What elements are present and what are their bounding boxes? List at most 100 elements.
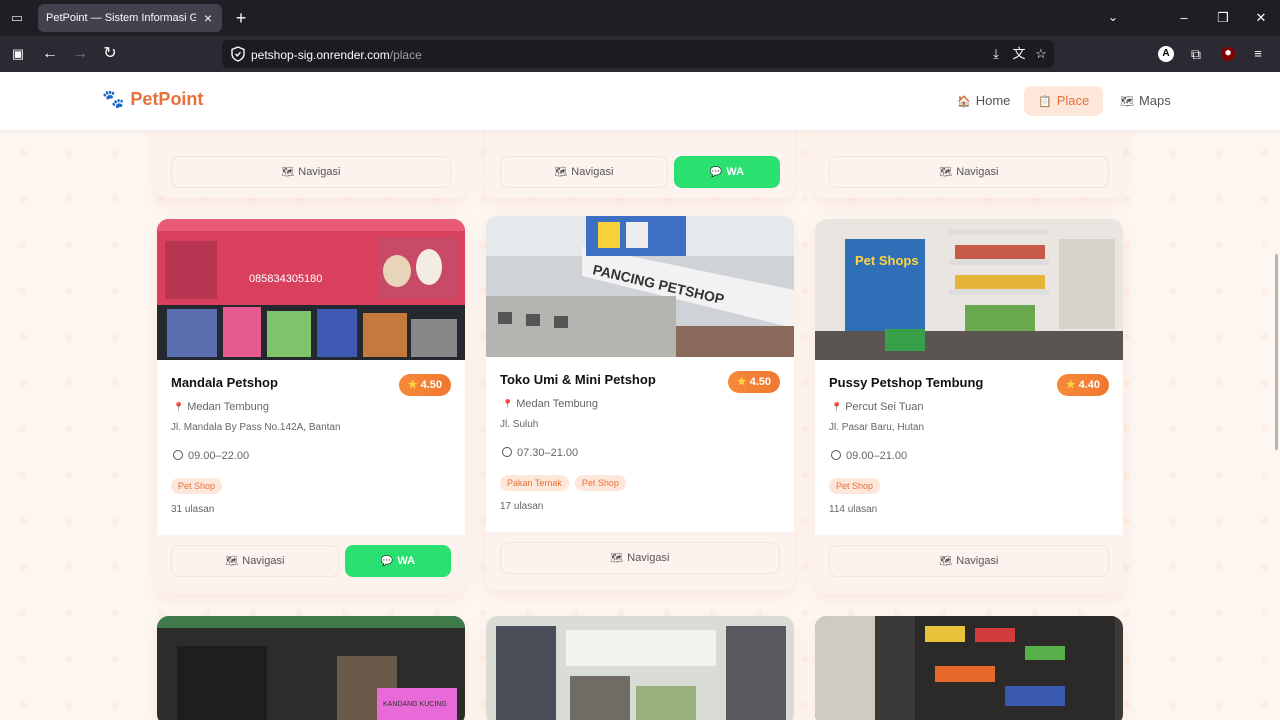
site-header: 🐾 PetPoint 🏠 Home 📋 Place 🗺 Maps xyxy=(0,72,1280,130)
hours-text: 09.00–21.00 xyxy=(846,450,908,462)
url-host: petshop-sig.onrender.com xyxy=(251,48,390,62)
area-text: Percut Sei Tuan xyxy=(845,401,924,413)
nav-place[interactable]: 📋 Place xyxy=(1024,86,1104,116)
navigate-button[interactable]: 🗺 Navigasi xyxy=(171,156,451,188)
scrollbar-track[interactable] xyxy=(1268,72,1280,720)
place-list[interactable]: 🗺 Navigasi 🗺 Navigasi 💬 WA 🗺 Navigasi 085834… xyxy=(0,130,1268,720)
rating-badge: ★ 4.40 xyxy=(1056,374,1109,396)
card-footer: 🗺 Navigasi xyxy=(486,532,794,590)
house-icon: 🏠 xyxy=(957,96,971,108)
place-name[interactable]: Toko Umi & Mini Petshop xyxy=(500,372,656,387)
area-text: Medan Tembung xyxy=(516,398,598,410)
navigate-button[interactable]: 🗺 Navigasi xyxy=(500,542,780,574)
url-text[interactable]: petshop-sig.onrender.com/place xyxy=(251,48,422,62)
whatsapp-button[interactable]: 💬 WA xyxy=(345,545,451,577)
forward-arrow-icon[interactable]: → xyxy=(70,44,90,64)
card-footer: 🗺 Navigasi 💬 WA xyxy=(486,130,794,198)
browser-tab[interactable]: PetPoint — Sistem Informasi Geografis × xyxy=(38,4,222,32)
place-card-next-3[interactable] xyxy=(815,616,1123,720)
opening-hours: 09.00–21.00 xyxy=(831,450,907,462)
opening-hours: 09.00–22.00 xyxy=(173,450,249,462)
place-card[interactable]: 085834305180 Mandala Petshop ★ 4.50 📍 Meda… xyxy=(157,219,465,593)
restore-icon[interactable]: ❐ xyxy=(1213,8,1233,28)
close-window-icon[interactable]: ✕ xyxy=(1251,8,1271,28)
place-card-next-2[interactable] xyxy=(486,616,794,720)
account-avatar[interactable]: A xyxy=(1158,46,1174,62)
whatsapp-label: WA xyxy=(397,555,416,567)
place-card-next-1[interactable]: KANDANG KUCING xyxy=(157,616,465,720)
nav-maps[interactable]: 🗺 Maps xyxy=(1106,86,1185,116)
navigate-button[interactable]: 🗺 Navigasi xyxy=(500,156,668,188)
place-area: 📍 Medan Tembung xyxy=(173,401,269,413)
chat-bubble-icon: 💬 xyxy=(380,556,394,567)
navigate-label: Navigasi xyxy=(956,166,999,178)
site-security-icon[interactable] xyxy=(230,46,246,62)
extensions-puzzle-icon[interactable]: ⧉ xyxy=(1186,44,1206,64)
bookmark-star-icon[interactable]: ☆ xyxy=(1032,45,1050,63)
sign-text: Pet Shops xyxy=(855,253,919,268)
new-tab-button[interactable]: + xyxy=(232,8,250,28)
card-footer: 🗺 Navigasi xyxy=(157,130,465,198)
hours-text: 07.30–21.00 xyxy=(517,447,579,459)
clipboard-icon: 📋 xyxy=(1038,96,1052,108)
place-photo: Pet Shops xyxy=(815,219,1123,360)
logo[interactable]: 🐾 PetPoint xyxy=(102,89,203,110)
star-icon: ★ xyxy=(1065,379,1076,391)
navigate-label: Navigasi xyxy=(956,555,999,567)
map-pin-icon: 📍 xyxy=(831,402,843,412)
menu-hamburger-icon[interactable]: ≡ xyxy=(1248,44,1268,64)
hours-text: 09.00–22.00 xyxy=(188,450,250,462)
clock-icon xyxy=(831,450,841,460)
place-photo xyxy=(486,616,794,720)
place-photo: 085834305180 xyxy=(157,219,465,360)
scrollbar-thumb[interactable] xyxy=(1275,254,1278,450)
nav-home[interactable]: 🏠 Home xyxy=(943,86,1024,116)
place-photo: KANDANG KUCING xyxy=(157,616,465,720)
chat-bubble-icon: 💬 xyxy=(709,167,723,178)
place-card[interactable]: Pet Shops Pussy Petshop Tembung ★ 4.40 📍 P… xyxy=(815,219,1123,593)
place-name[interactable]: Pussy Petshop Tembung xyxy=(829,375,983,390)
sign-phone: 085834305180 xyxy=(249,273,322,285)
place-photo: PANCING PETSHOP xyxy=(486,216,794,357)
place-name[interactable]: Mandala Petshop xyxy=(171,375,278,390)
place-address: Jl. Suluh xyxy=(500,419,539,430)
review-count: 114 ulasan xyxy=(829,504,878,515)
place-address: Jl. Mandala By Pass No.142A, Bantan xyxy=(171,422,341,433)
tab-overview-icon[interactable]: ▭ xyxy=(8,9,26,27)
translate-icon[interactable]: 文 xyxy=(1010,45,1028,63)
clock-icon xyxy=(173,450,183,460)
review-count: 31 ulasan xyxy=(171,504,215,515)
whatsapp-label: WA xyxy=(726,166,745,178)
rating-badge: ★ 4.50 xyxy=(727,371,780,393)
map-icon: 🗺 xyxy=(281,167,295,178)
sidebar-icon[interactable]: ▣ xyxy=(8,44,28,64)
nav-maps-label: Maps xyxy=(1138,93,1171,108)
download-page-icon[interactable]: ⤓ xyxy=(987,45,1005,63)
reload-icon[interactable]: ↻ xyxy=(100,44,120,64)
rating-value: 4.50 xyxy=(749,376,771,388)
tab-close-icon[interactable]: × xyxy=(200,10,216,26)
navigate-button[interactable]: 🗺 Navigasi xyxy=(171,545,339,577)
paw-icon: 🐾 xyxy=(102,89,125,109)
place-area: 📍 Percut Sei Tuan xyxy=(831,401,924,413)
navigate-label: Navigasi xyxy=(298,166,341,178)
navigate-button[interactable]: 🗺 Navigasi xyxy=(829,545,1109,577)
back-arrow-icon[interactable]: ← xyxy=(40,44,60,64)
map-pin-icon: 📍 xyxy=(502,399,514,409)
minimize-icon[interactable]: – xyxy=(1174,8,1194,28)
logo-text: PetPoint xyxy=(130,89,204,109)
ublock-extension-icon[interactable]: ⬢ xyxy=(1221,47,1235,61)
star-icon: ★ xyxy=(736,376,747,388)
map-icon: 🗺 xyxy=(554,167,568,178)
list-tabs-chevron-icon[interactable]: ⌄ xyxy=(1108,10,1118,24)
rating-badge: ★ 4.50 xyxy=(398,374,451,396)
map-pin-icon: 📍 xyxy=(173,402,185,412)
category-tag: Pet Shop xyxy=(171,478,223,494)
rating-value: 4.40 xyxy=(1078,379,1100,391)
area-text: Medan Tembung xyxy=(187,401,269,413)
navigate-button[interactable]: 🗺 Navigasi xyxy=(829,156,1109,188)
place-card[interactable]: PANCING PETSHOP Toko Umi & Mini Petshop … xyxy=(486,216,794,590)
whatsapp-button[interactable]: 💬 WA xyxy=(674,156,780,188)
url-bar[interactable]: petshop-sig.onrender.com/place ⤓ 文 ☆ xyxy=(222,40,1054,68)
nav-place-label: Place xyxy=(1056,93,1090,108)
